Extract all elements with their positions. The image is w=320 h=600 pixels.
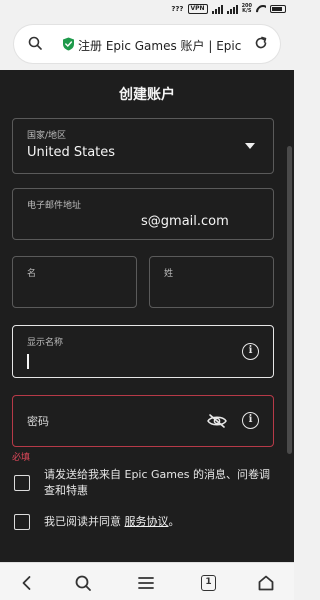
secure-shield-icon[interactable]	[62, 37, 75, 51]
email-label: 电子邮件地址	[27, 201, 82, 211]
search-icon[interactable]	[28, 36, 42, 50]
first-name-field[interactable]: 名	[12, 256, 137, 308]
password-info-icon[interactable]: i	[242, 412, 259, 429]
tos-checkbox[interactable]	[14, 514, 30, 530]
newsletter-label: 请发送给我来自 Epic Games 的消息、问卷调查和特惠	[44, 468, 271, 497]
status-indicator-text: ???	[171, 5, 184, 13]
signal-icon-2	[226, 4, 238, 14]
tos-label: 我已阅读并同意 服务协议。	[44, 514, 270, 530]
page-scrollbar[interactable]	[287, 146, 292, 454]
address-bar[interactable]: 注册 Epic Games 账户 | Epic	[14, 25, 280, 63]
first-name-label: 名	[27, 269, 37, 279]
country-label: 国家/地区	[27, 131, 67, 141]
status-bar: ??? VPN 200 K/S	[0, 0, 294, 22]
vpn-badge: VPN	[187, 4, 208, 14]
display-name-label: 显示名称	[27, 338, 64, 348]
tabs-button[interactable]: 1	[201, 575, 216, 591]
tos-option: 我已阅读并同意 服务协议。	[14, 514, 270, 530]
battery-icon	[270, 5, 286, 13]
url-title[interactable]: 注册 Epic Games 账户 | Epic	[78, 37, 258, 54]
hide-password-icon[interactable]	[207, 414, 227, 428]
tos-link[interactable]: 服务协议	[125, 515, 169, 528]
tos-suffix: 。	[168, 515, 180, 528]
browser-bottom-nav: 1	[0, 562, 294, 600]
nav-search-icon[interactable]	[74, 574, 92, 592]
display-name-field[interactable]: 显示名称 i	[12, 325, 274, 378]
back-icon[interactable]	[18, 574, 36, 592]
display-name-info-icon[interactable]: i	[242, 343, 259, 360]
home-icon[interactable]	[257, 574, 275, 592]
menu-icon[interactable]	[137, 574, 155, 592]
country-value: United States	[27, 145, 116, 160]
dropdown-caret-icon	[245, 143, 255, 149]
last-name-field[interactable]: 姓	[149, 256, 274, 308]
status-icons: ??? VPN 200 K/S	[171, 4, 286, 14]
signup-page: 创建账户 国家/地区 United States 电子邮件地址 s@gmail.…	[0, 70, 294, 562]
email-field[interactable]: 电子邮件地址 s@gmail.com	[12, 188, 274, 240]
password-field[interactable]: 密码 i	[12, 395, 274, 447]
page-title: 创建账户	[119, 87, 175, 103]
newsletter-option: 请发送给我来自 Epic Games 的消息、问卷调查和特惠	[14, 467, 270, 499]
network-speed: 200 K/S	[241, 3, 252, 14]
password-required-error: 必填	[12, 453, 31, 463]
email-value: s@gmail.com	[141, 214, 229, 229]
newsletter-checkbox[interactable]	[14, 475, 30, 491]
last-name-label: 姓	[164, 269, 174, 279]
wifi-icon	[256, 5, 266, 13]
tos-prefix: 我已阅读并同意	[44, 515, 125, 528]
password-label: 密码	[27, 415, 49, 428]
country-select[interactable]: 国家/地区 United States	[12, 118, 274, 174]
text-cursor	[27, 354, 29, 369]
reload-icon[interactable]	[254, 36, 268, 50]
signal-icon	[211, 4, 223, 14]
